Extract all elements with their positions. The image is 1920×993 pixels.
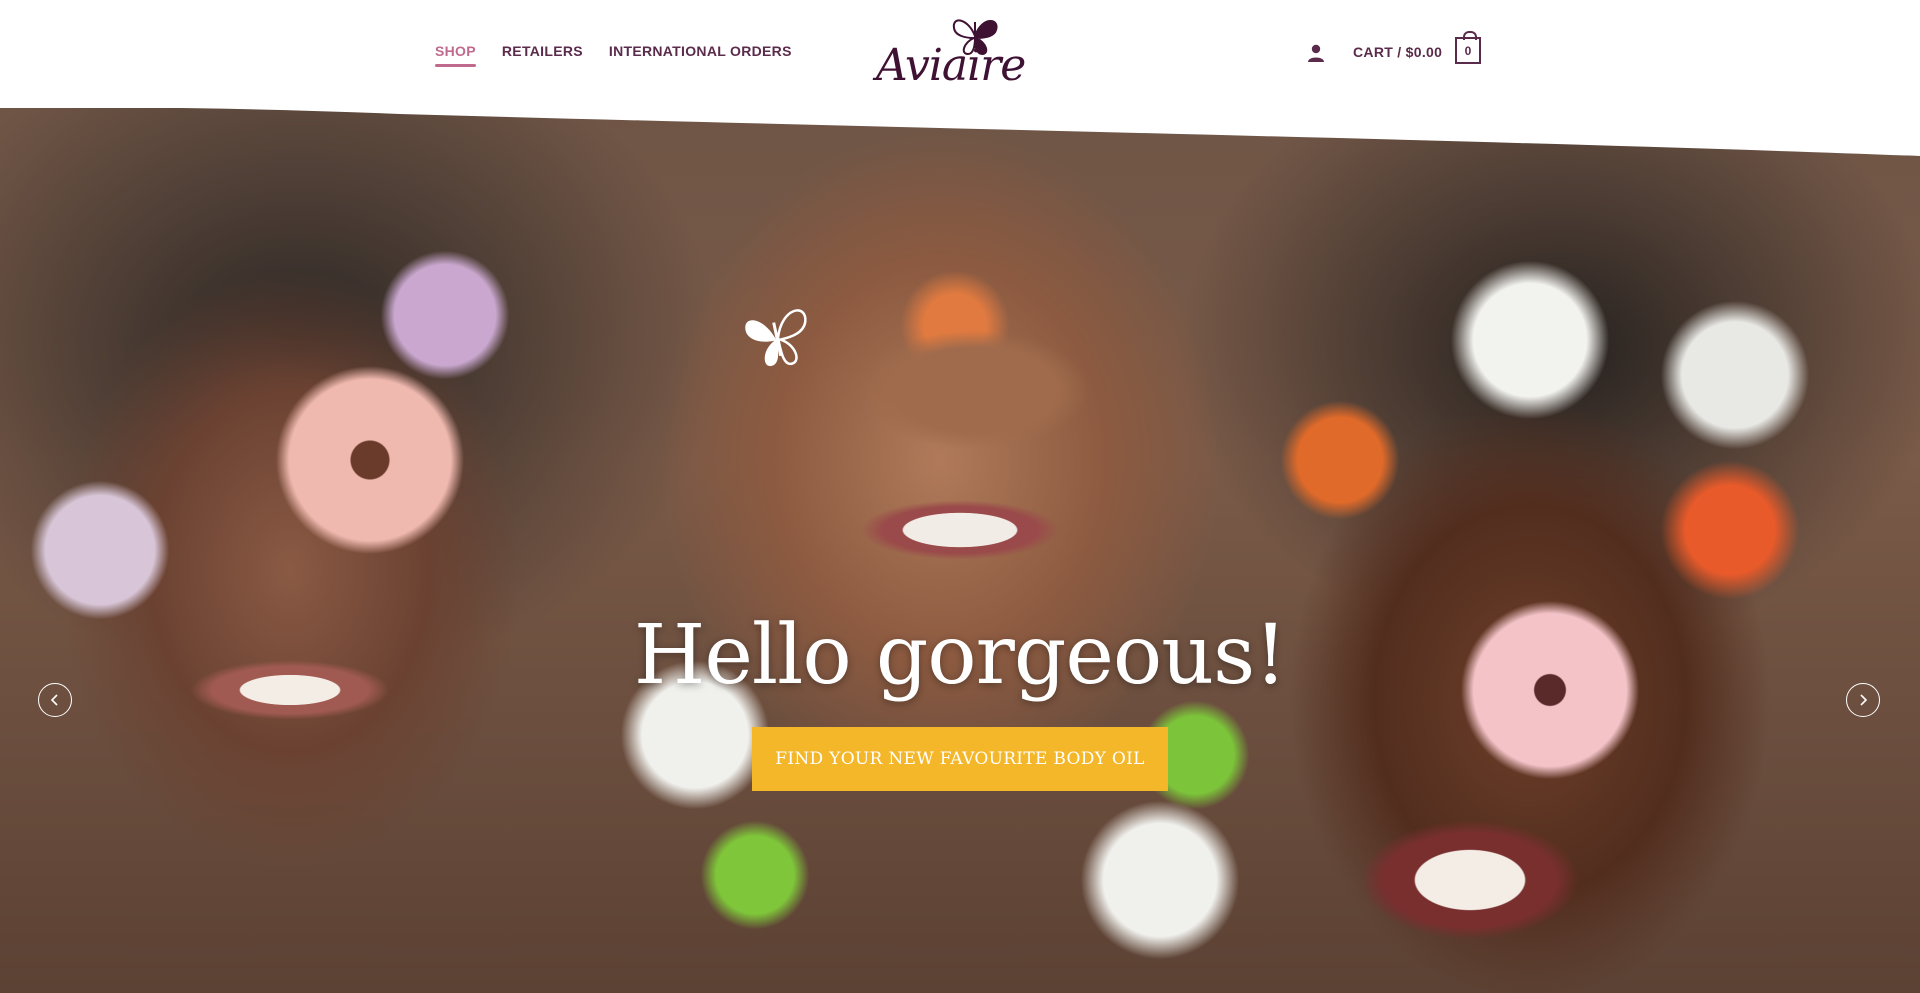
- slider-next-button[interactable]: [1846, 683, 1880, 717]
- nav-item-retailers[interactable]: RETAILERS: [502, 43, 583, 59]
- hero-headline: Hello gorgeous!: [633, 608, 1287, 703]
- slider-prev-button[interactable]: [38, 683, 72, 717]
- chevron-left-icon: [50, 694, 58, 706]
- cart-count-badge[interactable]: 0: [1455, 31, 1481, 64]
- chevron-right-icon: [1860, 694, 1868, 706]
- main-nav: SHOP RETAILERS INTERNATIONAL ORDERS: [435, 43, 792, 67]
- hero-slider: Hello gorgeous! FIND YOUR NEW FAVOURITE …: [0, 100, 1920, 993]
- find-body-oil-button[interactable]: FIND YOUR NEW FAVOURITE BODY OIL: [752, 727, 1168, 791]
- butterfly-icon: [745, 309, 807, 366]
- cart-link[interactable]: CART / $0.00: [1353, 44, 1442, 60]
- nav-item-international-orders[interactable]: INTERNATIONAL ORDERS: [609, 43, 792, 59]
- header-wave-divider: [0, 100, 1920, 156]
- user-icon[interactable]: [1306, 43, 1326, 63]
- logo-wordmark: Aviaire: [876, 40, 1026, 91]
- site-header: SHOP RETAILERS INTERNATIONAL ORDERS Avia…: [0, 0, 1920, 108]
- nav-item-shop[interactable]: SHOP: [435, 43, 476, 67]
- site-logo[interactable]: Aviaire: [872, 10, 1052, 91]
